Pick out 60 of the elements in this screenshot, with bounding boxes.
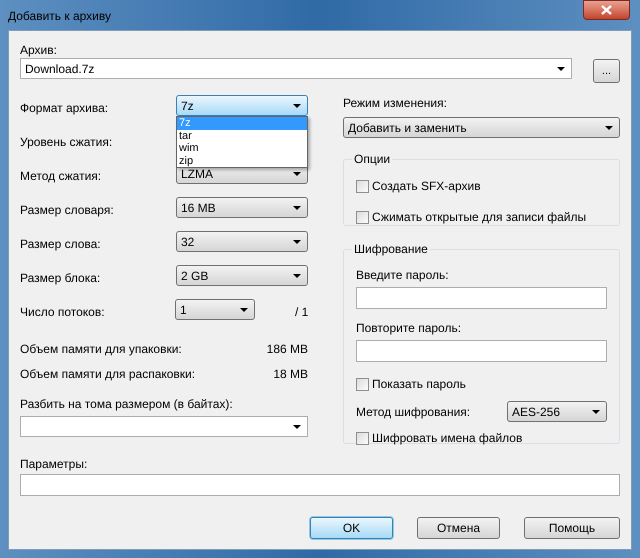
field-label: Архив: — [20, 42, 58, 58]
field-label: Размер блока: — [20, 270, 100, 287]
combo-field[interactable] — [20, 416, 308, 437]
field-label: Метод шифрования: — [356, 404, 470, 420]
caret-icon — [293, 240, 301, 244]
field-label: Введите пароль: — [356, 267, 450, 283]
checkbox[interactable] — [356, 210, 369, 224]
field-label: Формат архива: — [20, 100, 108, 117]
field-label: Метод сжатия: — [20, 168, 102, 185]
checkbox-label[interactable]: Шифровать имена файлов — [372, 429, 522, 447]
memory-value: 186 MB — [266, 340, 308, 358]
field-label: Режим изменения: — [343, 95, 448, 111]
field-label: Размер слова: — [20, 236, 101, 253]
caret-icon — [605, 126, 613, 130]
caret-icon — [293, 104, 301, 108]
dialog-button[interactable]: Отмена — [417, 517, 500, 539]
checkbox[interactable] — [356, 432, 369, 444]
caret-icon — [293, 424, 301, 428]
dropdown-option[interactable]: wim — [177, 142, 307, 154]
dropdown[interactable]: 16 MB — [176, 197, 308, 218]
group-title: Опции — [353, 151, 392, 168]
dropdown[interactable]: 2 GB — [176, 265, 308, 286]
dropdown[interactable]: AES-256 — [507, 401, 607, 422]
window-title: Добавить к архиву — [8, 8, 111, 25]
close-button[interactable] — [583, 0, 630, 20]
password-field[interactable] — [356, 287, 607, 309]
dropdown[interactable]: 7z — [176, 95, 308, 116]
caret-icon — [293, 172, 301, 176]
field-label: Объем памяти для распаковки: — [20, 366, 196, 382]
field-label: Число потоков: — [20, 304, 105, 321]
checkbox[interactable] — [356, 180, 369, 192]
browse-button[interactable]: ... — [593, 59, 620, 83]
dropdown[interactable]: 1 — [175, 299, 255, 320]
field-label: Параметры: — [20, 456, 88, 472]
thread-count-text: / 1 — [295, 304, 308, 321]
caret-icon — [240, 308, 248, 312]
parameters-field[interactable] — [20, 474, 620, 496]
field-label: Объем памяти для упаковки: — [20, 340, 182, 358]
checkbox[interactable] — [356, 378, 369, 390]
field-label: Уровень сжатия: — [20, 134, 112, 151]
field-label: Повторите пароль: — [356, 320, 462, 336]
dialog-button[interactable]: OK — [310, 517, 393, 539]
caret-icon — [293, 206, 301, 210]
dialog-button[interactable]: Помощь — [524, 517, 620, 539]
checkbox-label[interactable]: Показать пароль — [372, 375, 466, 393]
checkbox-label[interactable]: Создать SFX-архив — [372, 177, 481, 195]
group-title: Шифрование — [353, 241, 429, 258]
caret-icon — [557, 66, 565, 70]
checkbox-label[interactable]: Сжимать открытые для записи файлы — [372, 208, 586, 226]
caret-icon — [592, 410, 600, 414]
field-label: Разбить на тома размером (в байтах): — [20, 396, 234, 412]
password-field[interactable] — [356, 340, 607, 362]
close-icon — [601, 5, 612, 15]
dropdown[interactable]: Добавить и заменить — [343, 117, 620, 138]
combo-field[interactable]: Download.7z — [20, 58, 572, 79]
memory-value: 18 MB — [273, 366, 308, 382]
caret-icon — [293, 274, 301, 278]
dropdown-option[interactable]: tar — [177, 130, 307, 142]
dropdown[interactable]: 32 — [176, 231, 308, 252]
field-label: Размер словаря: — [20, 202, 114, 219]
